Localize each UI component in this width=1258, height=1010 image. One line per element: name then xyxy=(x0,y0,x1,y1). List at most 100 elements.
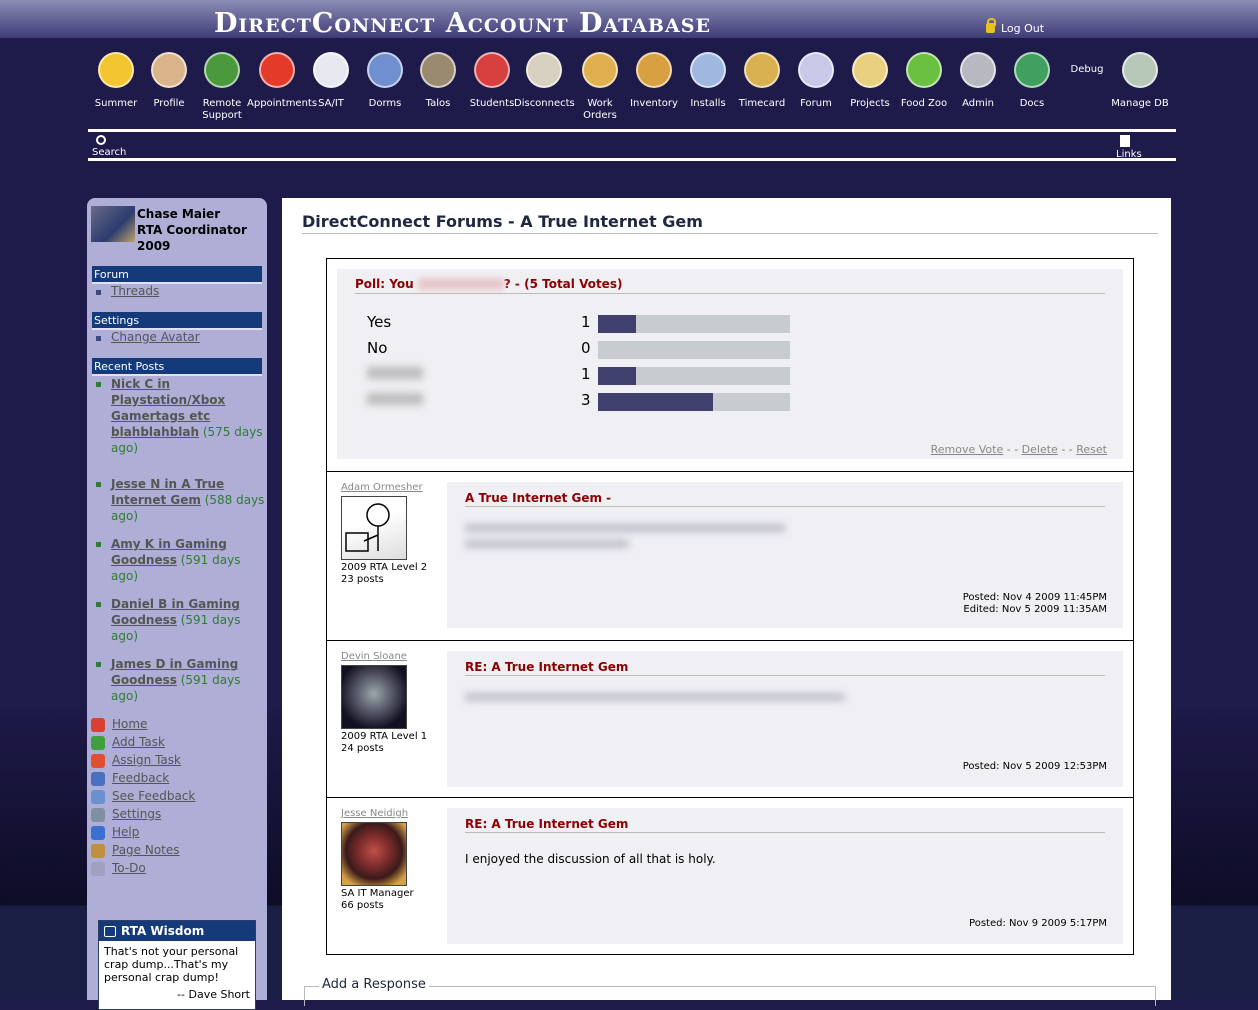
install-disc-icon xyxy=(690,52,726,88)
folders-icon xyxy=(852,52,888,88)
recent-post-item: James D in Gaming Goodness (591 days ago… xyxy=(96,656,267,704)
nav-item-installs[interactable]: Installs xyxy=(678,52,738,110)
recent-post-item: Amy K in Gaming Goodness (591 days ago) xyxy=(96,536,267,584)
poll-bar-fill xyxy=(598,393,714,411)
main-content: DirectConnect Forums - A True Internet G… xyxy=(282,198,1171,1006)
search-icon xyxy=(96,135,106,145)
user-name: Chase Maier xyxy=(137,207,221,221)
poll-title: Poll: You ? - (5 Total Votes) xyxy=(355,277,623,291)
todo-list-icon xyxy=(91,862,105,876)
poll-option-bar xyxy=(598,315,790,333)
post-author-link[interactable]: Devin Sloane xyxy=(341,651,407,662)
checkbox-add-icon xyxy=(91,736,105,750)
recent-post-item: Jesse N in A True Internet Gem (588 days… xyxy=(96,476,267,524)
bullet xyxy=(96,542,101,547)
user-role: RTA Coordinator 2009 xyxy=(137,223,247,253)
nav-label: Admin xyxy=(962,98,994,109)
nav-item-students[interactable]: Students xyxy=(462,52,522,110)
tool-link-help[interactable]: Help xyxy=(91,824,261,842)
logout-link[interactable]: Log Out xyxy=(986,18,1044,35)
forum-post: Devin Sloane 2009 RTA Level 1 24 posts RE… xyxy=(326,640,1134,798)
page-title: DirectConnect Forums - A True Internet G… xyxy=(302,212,703,231)
post-author-link[interactable]: Adam Ormesher xyxy=(341,482,423,493)
post-author-rank: SA IT Manager 66 posts xyxy=(341,888,414,911)
forum-post: Jesse Neidigh SA IT Manager 66 posts RE: … xyxy=(326,797,1134,955)
user-avatar[interactable] xyxy=(91,206,135,242)
nav-item-admin[interactable]: Admin xyxy=(948,52,1008,110)
tool-link-page-notes[interactable]: Page Notes xyxy=(91,842,261,860)
wisdom-quote: That's not your personal crap dump...Tha… xyxy=(104,945,239,984)
delete-poll-link[interactable]: Delete xyxy=(1022,443,1058,456)
threads-link[interactable]: Threads xyxy=(111,284,159,298)
book-icon xyxy=(104,926,116,937)
reset-poll-link[interactable]: Reset xyxy=(1076,443,1107,456)
nav-item-profile[interactable]: Profile xyxy=(139,52,199,110)
poll-option-label xyxy=(367,365,423,383)
tool-link-assign-task[interactable]: Assign Task xyxy=(91,752,261,770)
search-link[interactable]: Search xyxy=(92,135,126,159)
nav-item-inventory[interactable]: Inventory xyxy=(624,52,684,110)
post-author-avatar xyxy=(341,822,407,886)
box-icon xyxy=(636,52,672,88)
nav-item-dorms[interactable]: Dorms xyxy=(355,52,415,110)
poll-option-count: 1 xyxy=(581,313,591,331)
student-user-icon xyxy=(474,52,510,88)
poll-option-label: No xyxy=(367,339,388,357)
nav-item-forum[interactable]: Forum xyxy=(786,52,846,110)
nav-label: Timecard xyxy=(738,98,786,109)
nav-item-docs[interactable]: Docs xyxy=(1002,52,1062,110)
red-cross-icon xyxy=(313,52,349,88)
post-rule xyxy=(465,675,1105,676)
nav-item-disconnects[interactable]: Disconnects xyxy=(514,52,575,110)
post-timestamp: Posted: Nov 5 2009 12:53PM xyxy=(962,761,1107,772)
nav-item-appointments[interactable]: Appointments xyxy=(247,52,317,110)
tool-link-to-do[interactable]: To-Do xyxy=(91,860,261,878)
tool-link-settings[interactable]: Settings xyxy=(91,806,261,824)
tool-link-feedback[interactable]: Feedback xyxy=(91,770,261,788)
nav-label: Disconnects xyxy=(514,98,575,109)
nav-item-sa-it[interactable]: SA/IT xyxy=(301,52,361,110)
database-check-icon xyxy=(1122,52,1158,88)
recent-posts-header: Recent Posts xyxy=(92,358,262,376)
poll-option-count: 0 xyxy=(581,339,591,357)
bullet xyxy=(96,290,101,295)
post-author-link[interactable]: Jesse Neidigh xyxy=(341,808,408,819)
post-author-avatar xyxy=(341,496,407,560)
tool-link-see-feedback[interactable]: See Feedback xyxy=(91,788,261,806)
forum-post: Adam Ormesher 2009 RTA Level 2 23 posts A… xyxy=(326,471,1134,641)
globe-help-icon xyxy=(204,52,240,88)
poll-option-bar xyxy=(598,367,790,385)
comic-avatar-icon xyxy=(345,503,390,552)
nav-label: Dorms xyxy=(368,98,402,109)
books-icon xyxy=(1014,52,1050,88)
nav-item-manage-db[interactable]: Manage DB xyxy=(1110,52,1170,110)
post-title: A True Internet Gem - xyxy=(465,491,612,505)
redacted-body xyxy=(465,693,845,701)
broken-cable-icon xyxy=(526,52,562,88)
nav-item-projects[interactable]: Projects xyxy=(840,52,900,110)
nav-label: Projects xyxy=(850,98,890,109)
poll-option-count: 1 xyxy=(581,365,591,383)
nav-item-summer[interactable]: Summer xyxy=(86,52,146,110)
tool-link-add-task[interactable]: Add Task xyxy=(91,734,261,752)
remove-vote-link[interactable]: Remove Vote xyxy=(931,443,1004,456)
nav-label: Manage DB xyxy=(1111,98,1169,109)
main-nav: Summer Profile Remote Support Appointments S… xyxy=(88,52,1178,132)
bullet xyxy=(96,602,101,607)
change-avatar-link[interactable]: Change Avatar xyxy=(111,330,200,344)
nav-item-debug[interactable]: Debug xyxy=(1057,64,1117,76)
recent-post-item: Daniel B in Gaming Goodness (591 days ag… xyxy=(96,596,267,644)
nav-item-talos[interactable]: Talos xyxy=(408,52,468,110)
nav-item-work-orders[interactable]: Work Orders xyxy=(570,52,630,122)
bullet xyxy=(96,382,101,387)
nav-item-food-zoo[interactable]: Food Zoo xyxy=(894,52,954,110)
links-link[interactable]: Links xyxy=(1116,135,1142,159)
nav-item-remote-support[interactable]: Remote Support xyxy=(192,52,252,122)
tool-link-home[interactable]: Home xyxy=(91,716,261,734)
poll-option-label xyxy=(367,391,423,409)
post-timestamp: Posted: Nov 4 2009 11:45PM Edited: Nov 5 … xyxy=(962,592,1107,615)
poll-bar-fill xyxy=(598,315,637,333)
help-icon xyxy=(91,826,105,840)
nav-item-timecard[interactable]: Timecard xyxy=(732,52,792,110)
nav-label: Debug xyxy=(1070,64,1104,75)
